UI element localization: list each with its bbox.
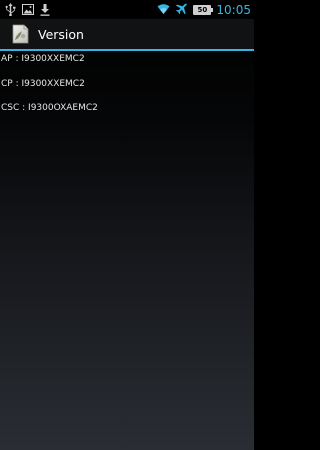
list-item-cp: CP : I9300XXEMC2 — [1, 78, 85, 89]
image-icon — [22, 4, 34, 15]
usb-icon — [5, 3, 16, 16]
wifi-icon — [157, 3, 170, 16]
battery-level: 50 — [197, 5, 208, 14]
app-icon[interactable] — [12, 24, 29, 44]
system-icons: 50 10:05 — [157, 1, 251, 18]
list-item-ap: AP : I9300XXEMC2 — [1, 54, 85, 64]
airplane-icon — [175, 3, 188, 16]
action-bar: Version — [0, 19, 254, 49]
download-icon — [40, 3, 50, 16]
status-bar: 50 10:05 — [0, 0, 254, 19]
list-item-csc: CSC : I9300OXAEMC2 — [1, 103, 98, 113]
clock: 10:05 — [216, 2, 251, 17]
notification-icons — [5, 2, 50, 17]
page-title: Version — [38, 26, 84, 42]
screen: 50 10:05 Version AP : I9300XXEMC2 CP: I… — [0, 0, 254, 450]
version-list: AP : I9300XXEMC2 CP : I9300XXEMC2 CSC : … — [0, 51, 254, 125]
battery-icon: 50 — [193, 4, 214, 15]
